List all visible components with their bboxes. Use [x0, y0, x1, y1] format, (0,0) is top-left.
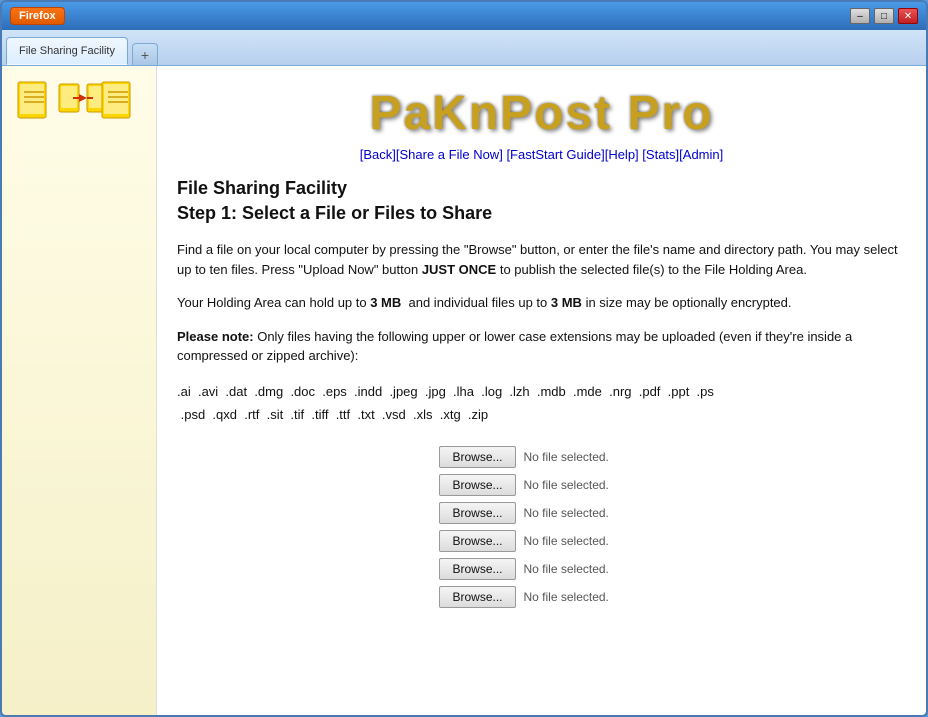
storage-info-paragraph: Your Holding Area can hold up to 3 MB an…	[177, 293, 906, 313]
new-tab-button[interactable]: +	[132, 43, 158, 65]
nav-stats[interactable]: [Stats]	[642, 147, 679, 162]
nav-share[interactable]: [Share a File Now]	[396, 147, 503, 162]
title-bar: Firefox – □ ✕	[2, 2, 926, 30]
firefox-button[interactable]: Firefox	[10, 7, 65, 25]
content-inner: PaKnPost Pro [Back][Share a File Now] [F…	[157, 66, 926, 628]
file-row-5: Browse... No file selected.	[177, 558, 906, 580]
file-row-6: Browse... No file selected.	[177, 586, 906, 608]
minimize-button[interactable]: –	[850, 8, 870, 24]
browse-button-4[interactable]: Browse...	[439, 530, 515, 552]
doc-icon-2[interactable]	[100, 80, 136, 120]
file-row-1: Browse... No file selected.	[177, 446, 906, 468]
nav-links: [Back][Share a File Now] [FastStart Guid…	[177, 147, 906, 162]
window-controls: – □ ✕	[850, 8, 918, 24]
upload-icon[interactable]	[58, 80, 94, 120]
sidebar	[2, 66, 157, 715]
extensions-list: .ai .avi .dat .dmg .doc .eps .indd .jpeg…	[177, 380, 906, 427]
browse-button-6[interactable]: Browse...	[439, 586, 515, 608]
close-button[interactable]: ✕	[898, 8, 918, 24]
restore-button[interactable]: □	[874, 8, 894, 24]
page-layout: PaKnPost Pro [Back][Share a File Now] [F…	[2, 66, 926, 715]
logo-text: PaKnPost Pro	[369, 87, 713, 140]
nav-help[interactable]: [Help]	[605, 147, 639, 162]
page-title: File Sharing Facility	[177, 178, 906, 199]
browser-window: Firefox – □ ✕ File Sharing Facility +	[0, 0, 928, 717]
file-status-2: No file selected.	[524, 478, 644, 492]
file-status-1: No file selected.	[524, 450, 644, 464]
file-row-2: Browse... No file selected.	[177, 474, 906, 496]
note-paragraph: Please note: Only files having the follo…	[177, 327, 906, 366]
file-row-3: Browse... No file selected.	[177, 502, 906, 524]
tab-label: File Sharing Facility	[19, 45, 115, 57]
file-status-3: No file selected.	[524, 506, 644, 520]
active-tab[interactable]: File Sharing Facility	[6, 37, 128, 65]
browse-button-2[interactable]: Browse...	[439, 474, 515, 496]
main-content: PaKnPost Pro [Back][Share a File Now] [F…	[157, 66, 926, 715]
browse-button-1[interactable]: Browse...	[439, 446, 515, 468]
file-status-6: No file selected.	[524, 590, 644, 604]
title-bar-left: Firefox	[10, 7, 65, 25]
doc-icon-1[interactable]	[16, 80, 52, 120]
nav-back[interactable]: [Back]	[360, 147, 396, 162]
tab-bar: File Sharing Facility +	[2, 30, 926, 66]
file-inputs-container: Browse... No file selected. Browse... No…	[177, 446, 906, 608]
logo-area: PaKnPost Pro	[177, 76, 906, 147]
intro-paragraph: Find a file on your local computer by pr…	[177, 240, 906, 279]
file-status-5: No file selected.	[524, 562, 644, 576]
nav-faststart[interactable]: [FastStart Guide]	[506, 147, 604, 162]
browse-button-3[interactable]: Browse...	[439, 502, 515, 524]
file-row-4: Browse... No file selected.	[177, 530, 906, 552]
sidebar-icons	[12, 76, 140, 124]
file-status-4: No file selected.	[524, 534, 644, 548]
nav-admin[interactable]: [Admin]	[679, 147, 723, 162]
browse-button-5[interactable]: Browse...	[439, 558, 515, 580]
page-subtitle: Step 1: Select a File or Files to Share	[177, 203, 906, 224]
